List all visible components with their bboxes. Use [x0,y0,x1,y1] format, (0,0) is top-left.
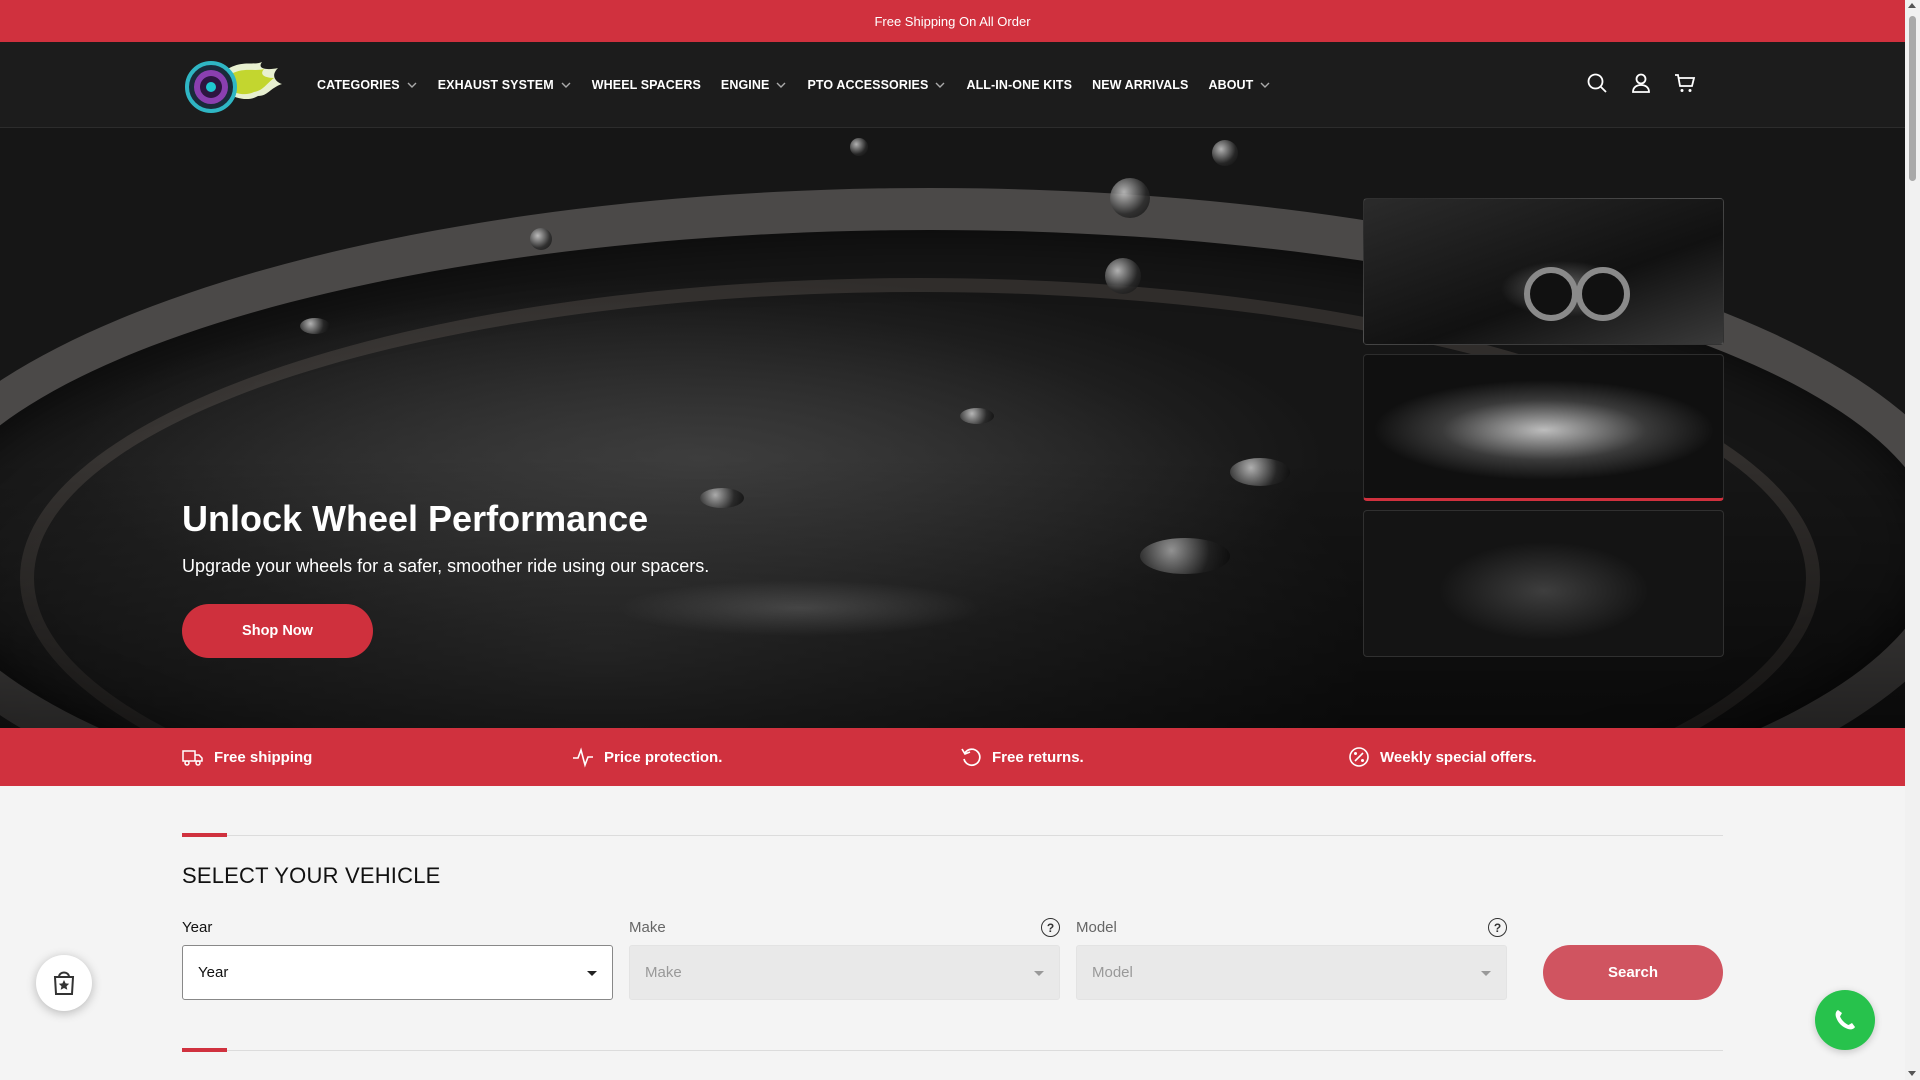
hero-subtitle: Upgrade your wheels for a safer, smoothe… [182,556,710,576]
model-help-icon[interactable]: ? [1488,918,1507,937]
nav-item-wheel-spacers[interactable]: WHEEL SPACERS [592,78,701,92]
hero-title: Unlock Wheel Performance [182,498,649,539]
account-icon[interactable] [1629,71,1653,95]
caret-down-icon [587,971,597,976]
hero-thumbnails [1363,198,1724,666]
nav-label: WHEEL SPACERS [591,78,701,92]
percent-icon [1349,747,1369,767]
nav-item-categories[interactable]: CATEGORIES [317,78,418,92]
scroll-down-arrow[interactable] [1908,1071,1916,1076]
nav-item-engine[interactable]: ENGINE [721,78,788,92]
nav-label: NEW ARRIVALS [1092,78,1189,92]
search-icon[interactable] [1585,71,1609,95]
nav-label: ENGINE [720,78,770,92]
feature-price-protection: Price protection. [572,728,722,786]
cart-icon[interactable] [1673,71,1697,95]
year-label: Year [182,919,213,936]
engine-thumbnail[interactable] [1363,510,1724,657]
site-header: CATEGORIES EXHAUST SYSTEM WHEEL SPACERS … [0,42,1905,128]
hero-banner: Unlock Wheel Performance Upgrade your wh… [0,128,1905,728]
exhaust-thumbnail[interactable] [1363,198,1724,345]
feature-weekly-offers: Weekly special offers. [1348,728,1536,786]
wheel-thumbnail[interactable] [1363,354,1724,501]
announcement-bar: Free Shipping On All Order [0,0,1905,42]
section-title: SELECT YOUR VEHICLE [182,863,441,888]
exhaust-pipe [1576,267,1630,321]
caret-down-icon [1481,971,1491,976]
make-select-value: Make [645,964,682,981]
nav-label: PTO ACCESSORIES [807,78,929,92]
chevron-down-icon [561,82,571,88]
feature-label: Price protection. [604,748,723,766]
divider-accent [182,1048,227,1052]
nav-item-pto-accessories[interactable]: PTO ACCESSORIES [807,78,946,92]
make-help-icon[interactable]: ? [1041,918,1060,937]
make-label: Make [629,919,666,936]
pulse-icon [573,747,593,768]
model-select-value: Model [1092,964,1133,981]
nav-item-all-in-one-kits[interactable]: ALL-IN-ONE KITS [966,78,1072,92]
features-bar: Free shipping Price protection. Free ret… [0,728,1905,786]
feature-free-shipping: Free shipping [182,728,312,786]
model-label: Model [1076,919,1117,936]
feature-label: Weekly special offers. [1380,748,1537,766]
caret-down-icon [1034,971,1044,976]
scroll-thumb[interactable] [1909,16,1916,181]
nav-item-exhaust-system[interactable]: EXHAUST SYSTEM [438,78,572,92]
page-scrollbar[interactable] [1905,0,1920,1080]
chevron-down-icon [407,82,417,88]
model-select[interactable]: Model [1076,945,1507,1000]
phone-icon [1835,1010,1855,1030]
divider [182,835,1723,836]
make-select[interactable]: Make [629,945,1060,1000]
nav-label: CATEGORIES [317,78,400,92]
shopping-bag-icon [53,971,75,995]
feature-free-returns: Free returns. [960,728,1084,786]
exhaust-pipe [1524,267,1578,321]
header-actions [1585,71,1697,95]
chevron-down-icon [1260,82,1270,88]
nav-item-about[interactable]: ABOUT [1208,78,1271,92]
rewards-badge-button[interactable] [36,955,92,1011]
shop-now-button[interactable]: Shop Now [182,604,373,658]
feature-label: Free returns. [992,748,1084,766]
whatsapp-button[interactable] [1815,990,1875,1050]
scroll-up-arrow[interactable] [1908,3,1916,8]
divider [182,1050,1723,1051]
year-select-value: Year [198,964,229,981]
nav-label: ALL-IN-ONE KITS [966,78,1073,92]
feature-label: Free shipping [214,748,313,766]
return-icon [961,748,981,767]
chevron-down-icon [776,82,786,88]
chevron-down-icon [935,82,945,88]
truck-icon [182,750,203,766]
vehicle-search-button[interactable]: Search [1543,945,1723,1000]
nav-label: EXHAUST SYSTEM [437,78,554,92]
divider-accent [182,833,227,837]
brand-logo[interactable] [184,54,284,116]
nav-label: ABOUT [1208,78,1254,92]
year-select[interactable]: Year [182,945,613,1000]
main-nav: CATEGORIES EXHAUST SYSTEM WHEEL SPACERS … [317,42,1291,128]
nav-item-new-arrivals[interactable]: NEW ARRIVALS [1092,78,1188,92]
announcement-text: Free Shipping On All Order [874,13,1031,29]
